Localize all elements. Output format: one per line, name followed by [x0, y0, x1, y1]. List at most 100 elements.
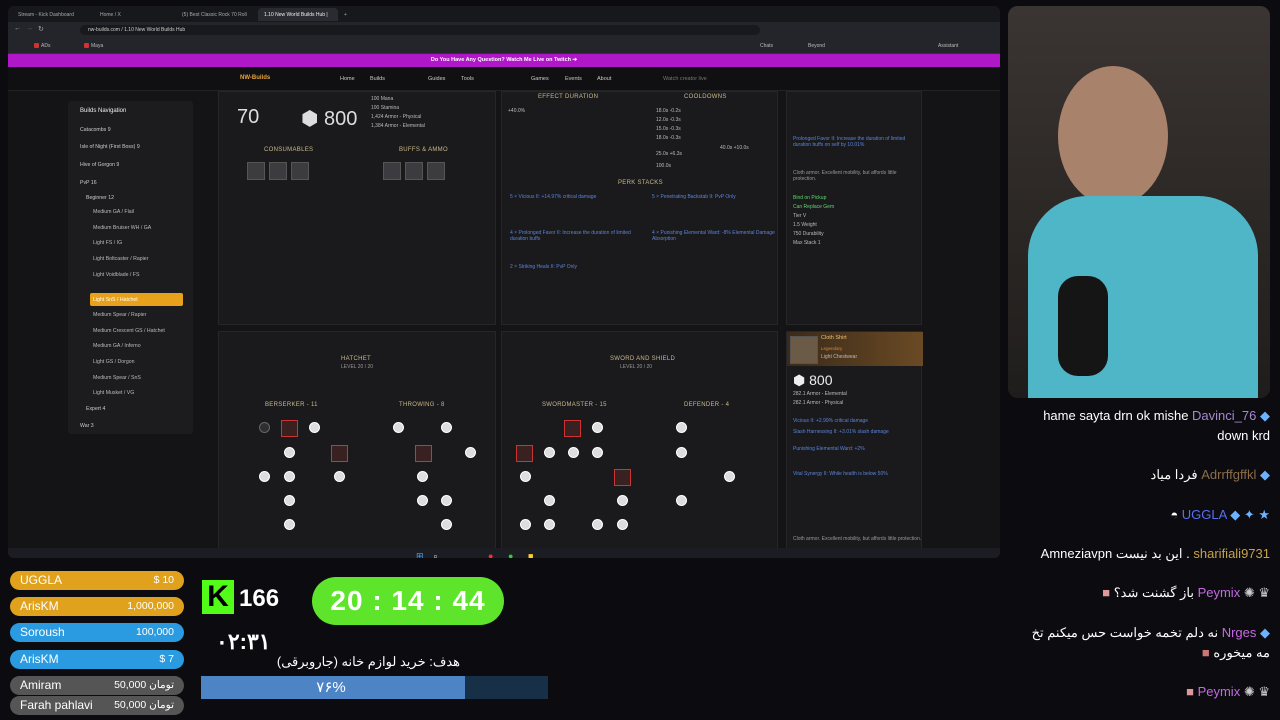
search-icon[interactable]: ⌕ — [433, 551, 438, 558]
skill-node[interactable] — [334, 471, 345, 482]
windows-start-icon[interactable]: ⊞ — [416, 551, 424, 558]
skill-node[interactable] — [520, 519, 531, 530]
active-ability-icon[interactable] — [281, 420, 298, 437]
skill-node[interactable] — [676, 422, 687, 433]
skill-node[interactable] — [417, 495, 428, 506]
skill-node[interactable] — [544, 447, 555, 458]
weapon-level: LEVEL 20 / 20 — [620, 364, 653, 370]
skill-node[interactable] — [676, 447, 687, 458]
sidenav-item-war[interactable]: War 3 — [80, 423, 94, 429]
nav-games[interactable]: Games — [531, 76, 549, 82]
skill-node[interactable] — [592, 422, 603, 433]
skill-node[interactable] — [520, 471, 531, 482]
skill-node[interactable] — [393, 422, 404, 433]
skill-node[interactable] — [592, 447, 603, 458]
build-link[interactable]: Medium GA / Inferno — [93, 343, 141, 349]
item-card-cloth-shirt[interactable]: Cloth Shirt Legendary Light Chestwear ⬢ … — [786, 331, 923, 551]
skill-node[interactable] — [617, 519, 628, 530]
bookmark-assistant[interactable]: Assistant — [938, 43, 958, 49]
consumable-icon[interactable] — [291, 162, 309, 180]
nav-events[interactable]: Events — [565, 76, 582, 82]
nav-builds[interactable]: Builds — [370, 76, 385, 82]
skill-node[interactable] — [676, 495, 687, 506]
chat-message: فردا میاد Adrrffgffkl ◆ — [1150, 467, 1270, 482]
build-link-active[interactable]: Light SnS / Hatchet — [93, 297, 138, 303]
skill-node[interactable] — [284, 471, 295, 482]
weapon-tree-sword-shield: SWORD AND SHIELD LEVEL 20 / 20 SWORDMAST… — [501, 331, 778, 551]
tab-youtube[interactable]: (5) Best Classic Rock 70 Roll — [176, 8, 256, 21]
app-icon[interactable]: ● — [508, 551, 513, 558]
consumable-icon[interactable] — [247, 162, 265, 180]
sidenav-item-pvp[interactable]: PvP 16 — [80, 180, 97, 186]
active-ability-icon[interactable] — [415, 445, 432, 462]
new-tab-button[interactable]: + — [338, 8, 350, 21]
skill-node[interactable] — [441, 519, 452, 530]
skill-node[interactable] — [284, 519, 295, 530]
build-link[interactable]: Medium Bruiser WH / GA — [93, 225, 151, 231]
buff-icon[interactable] — [405, 162, 423, 180]
consumable-icon[interactable] — [269, 162, 287, 180]
sidenav-item-catacombs[interactable]: Catacombs 9 — [80, 127, 111, 133]
sidenav-item-beginner[interactable]: Beginner 12 — [86, 195, 114, 201]
buff-icon[interactable] — [383, 162, 401, 180]
chrome-icon[interactable]: ● — [488, 551, 493, 558]
effects-panel: EFFECT DURATION COOLDOWNS +40.0% 18.0s -… — [501, 91, 778, 325]
reload-icon[interactable]: ↻ — [38, 25, 44, 33]
site-logo[interactable]: NW-Builds — [240, 75, 270, 81]
skill-node[interactable] — [724, 471, 735, 482]
build-link[interactable]: Light Voidblade / FS — [93, 272, 139, 278]
tab-kick-dashboard[interactable]: Stream - Kick Dashboard — [12, 8, 92, 21]
sidenav-item-isle-of-night[interactable]: Isle of Night (First Boss) 9 — [80, 144, 140, 150]
skill-node[interactable] — [568, 447, 579, 458]
build-link[interactable]: Medium GA / Flail — [93, 209, 134, 215]
skill-node[interactable] — [465, 447, 476, 458]
skill-node[interactable] — [544, 495, 555, 506]
chat-panel: hame sayta drn ok mishe Davinci_76 ◆ dow… — [1010, 400, 1280, 720]
build-link[interactable]: Light GS / Dorgon — [93, 359, 135, 365]
skill-node[interactable] — [417, 471, 428, 482]
build-link[interactable]: Medium Spear / Rapier — [93, 312, 146, 318]
nav-about[interactable]: About — [597, 76, 611, 82]
build-link[interactable]: Light FS / IG — [93, 240, 122, 246]
build-link[interactable]: Light Boltcaster / Rapier — [93, 256, 148, 262]
search-input[interactable]: Watch creator live — [663, 76, 707, 82]
active-ability-icon[interactable] — [564, 420, 581, 437]
can-replace-gem: Can Replace Gem — [793, 204, 835, 210]
skill-node[interactable] — [259, 471, 270, 482]
effect-duration-header: EFFECT DURATION — [538, 94, 599, 100]
skill-node[interactable] — [284, 495, 295, 506]
build-link[interactable]: Medium Spear / SnS — [93, 375, 141, 381]
skill-node[interactable] — [441, 495, 452, 506]
skill-node[interactable] — [617, 495, 628, 506]
sidenav-item-expert[interactable]: Expert 4 — [86, 406, 105, 412]
nav-tools[interactable]: Tools — [461, 76, 474, 82]
cooldowns-header: COOLDOWNS — [684, 94, 727, 100]
skill-node[interactable] — [544, 519, 555, 530]
url-field[interactable]: nw-builds.com / 1.10 New World Builds Hu… — [80, 25, 760, 35]
forward-icon[interactable]: → — [26, 25, 33, 32]
build-link[interactable]: Medium Crescent GS / Hatchet — [93, 328, 165, 334]
folder-icon[interactable]: ■ — [528, 551, 533, 558]
bookmark-ads[interactable]: ADs — [34, 43, 50, 49]
skill-node[interactable] — [309, 422, 320, 433]
active-ability-icon[interactable] — [516, 445, 533, 462]
bookmark-maya[interactable]: Maya — [84, 43, 103, 49]
build-link[interactable]: Light Musket / VG — [93, 390, 134, 396]
sidenav-item-hive[interactable]: Hive of Gorgon 9 — [80, 162, 119, 168]
active-ability-icon[interactable] — [614, 469, 631, 486]
buff-icon[interactable] — [427, 162, 445, 180]
nav-guides[interactable]: Guides — [428, 76, 445, 82]
tab-x-home[interactable]: Home / X — [94, 8, 174, 21]
skill-node[interactable] — [441, 422, 452, 433]
emote-icon: ■ — [1102, 585, 1111, 600]
active-ability-icon[interactable] — [331, 445, 348, 462]
bookmark-chats[interactable]: Chats — [760, 43, 773, 49]
nav-home[interactable]: Home — [340, 76, 355, 82]
skill-node[interactable] — [592, 519, 603, 530]
twitch-banner[interactable]: Do You Have Any Question? Watch Me Live … — [8, 54, 1000, 67]
bookmark-beyond[interactable]: Beyond — [808, 43, 825, 49]
tab-nw-builds[interactable]: 1.10 New World Builds Hub | — [258, 8, 338, 21]
skill-node[interactable] — [259, 422, 270, 433]
skill-node[interactable] — [284, 447, 295, 458]
back-icon[interactable]: ← — [14, 25, 21, 32]
